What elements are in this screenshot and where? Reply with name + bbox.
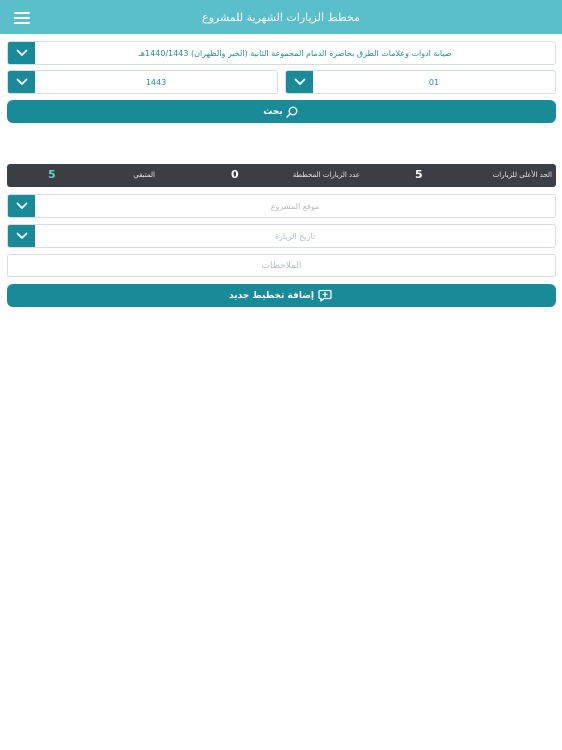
planned-visits-label: عدد الزيارات المخططة [292,171,360,179]
add-comment-icon [318,289,332,302]
project-select[interactable]: صيانة ادوات وعلامات الطرق بحاضرة الدمام … [7,41,556,65]
remaining-label: المتبقي [133,171,155,179]
visit-date-select[interactable]: تاريخ الزيارة [7,224,556,248]
project-select-value: صيانة ادوات وعلامات الطرق بحاضرة الدمام … [138,48,452,58]
month-select[interactable]: 01 [285,70,556,94]
search-button[interactable]: بحث [7,100,556,123]
year-select-value: 1443 [145,77,167,87]
chevron-down-icon[interactable] [8,225,35,247]
chevron-down-icon[interactable] [8,71,35,93]
chevron-down-icon[interactable] [286,71,313,93]
project-location-placeholder: موقع المشروع [270,201,320,211]
year-select[interactable]: 1443 [7,70,278,94]
remaining-value: 5 [48,168,56,181]
month-select-value: 01 [428,77,440,87]
search-icon [285,106,298,118]
chevron-down-icon[interactable] [8,42,35,64]
visits-stats-bar: الحد الأعلى للزيارات 5 عدد الزيارات المخ… [7,164,556,187]
planned-visits-value: 0 [231,168,239,181]
notes-field[interactable]: الملاحظات [7,254,556,277]
add-planning-button-label: إضافة تخطيط جديد [229,290,314,301]
search-button-label: بحث [263,106,283,117]
max-visits-label: الحد الأعلى للزيارات [492,171,552,179]
add-planning-button[interactable]: إضافة تخطيط جديد [7,284,556,307]
visit-date-placeholder: تاريخ الزيارة [274,231,316,241]
app-header: مخطط الزيارات الشهرية للمشروع [0,0,562,34]
max-visits-value: 5 [415,168,423,181]
project-location-select[interactable]: موقع المشروع [7,194,556,218]
page-title: مخطط الزيارات الشهرية للمشروع [202,11,360,24]
chevron-down-icon[interactable] [8,195,35,217]
